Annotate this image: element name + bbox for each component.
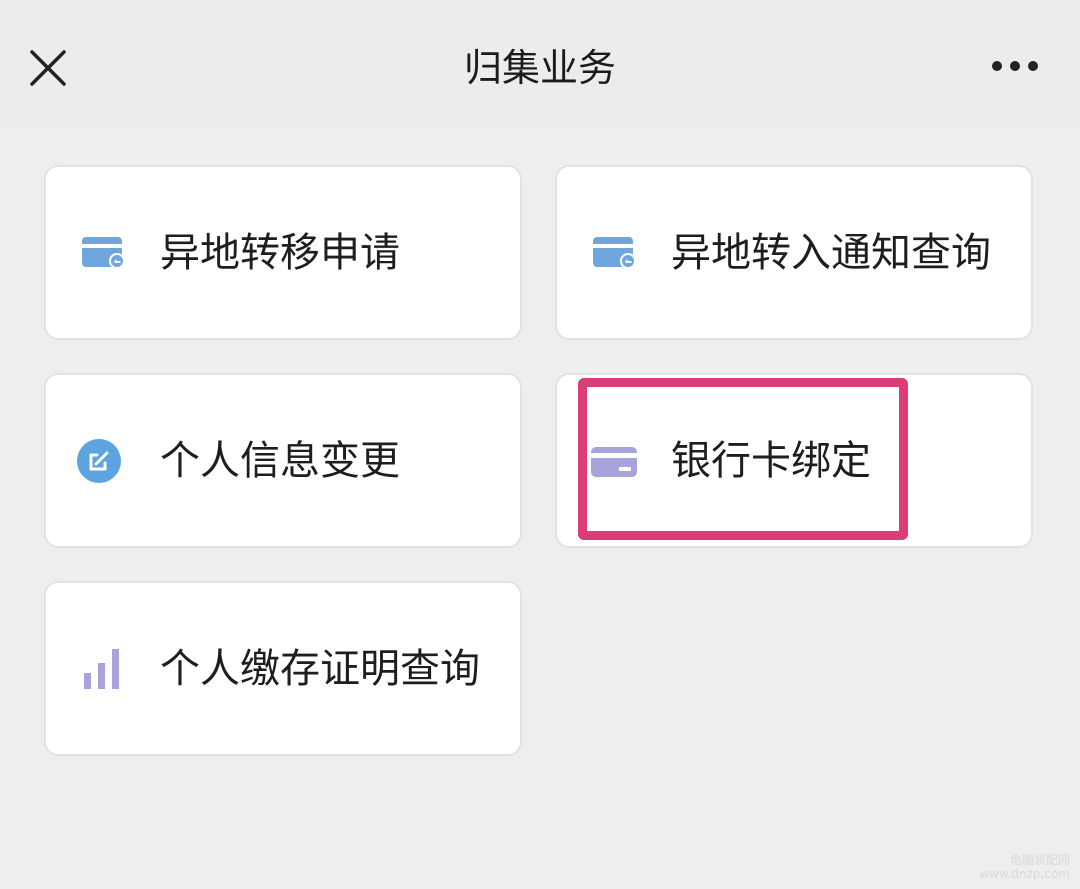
- service-card-deposit-proof[interactable]: 个人缴存证明查询: [44, 581, 522, 756]
- service-label: 银行卡绑定: [671, 438, 871, 484]
- card-transfer-icon: [82, 237, 125, 269]
- service-card-transfer-query[interactable]: 异地转入通知查询: [555, 165, 1033, 340]
- page-title: 归集业务: [463, 46, 616, 90]
- bank-card-icon: [591, 447, 637, 477]
- card-transfer-icon: [593, 237, 636, 269]
- watermark-line-2: www.dnzp.com: [979, 867, 1070, 881]
- service-card-info-change[interactable]: 个人信息变更: [44, 373, 522, 548]
- service-label: 个人缴存证明查询: [160, 646, 480, 692]
- service-card-transfer-apply[interactable]: 异地转移申请: [44, 165, 522, 340]
- more-dots-icon: [992, 61, 1038, 71]
- watermark: 电脑装配网 www.dnzp.com: [979, 853, 1070, 881]
- close-icon: [30, 50, 66, 86]
- service-label: 个人信息变更: [160, 438, 400, 484]
- edit-circle-icon: [77, 439, 121, 483]
- bar-chart-icon: [84, 649, 119, 689]
- service-label: 异地转入通知查询: [671, 230, 991, 276]
- service-label: 异地转移申请: [160, 230, 400, 276]
- close-button[interactable]: [20, 40, 76, 96]
- watermark-line-1: 电脑装配网: [1009, 853, 1070, 867]
- more-button[interactable]: [984, 44, 1048, 88]
- top-bar: 归集业务: [0, 0, 1080, 124]
- service-card-bank-bind[interactable]: 银行卡绑定: [555, 373, 1033, 548]
